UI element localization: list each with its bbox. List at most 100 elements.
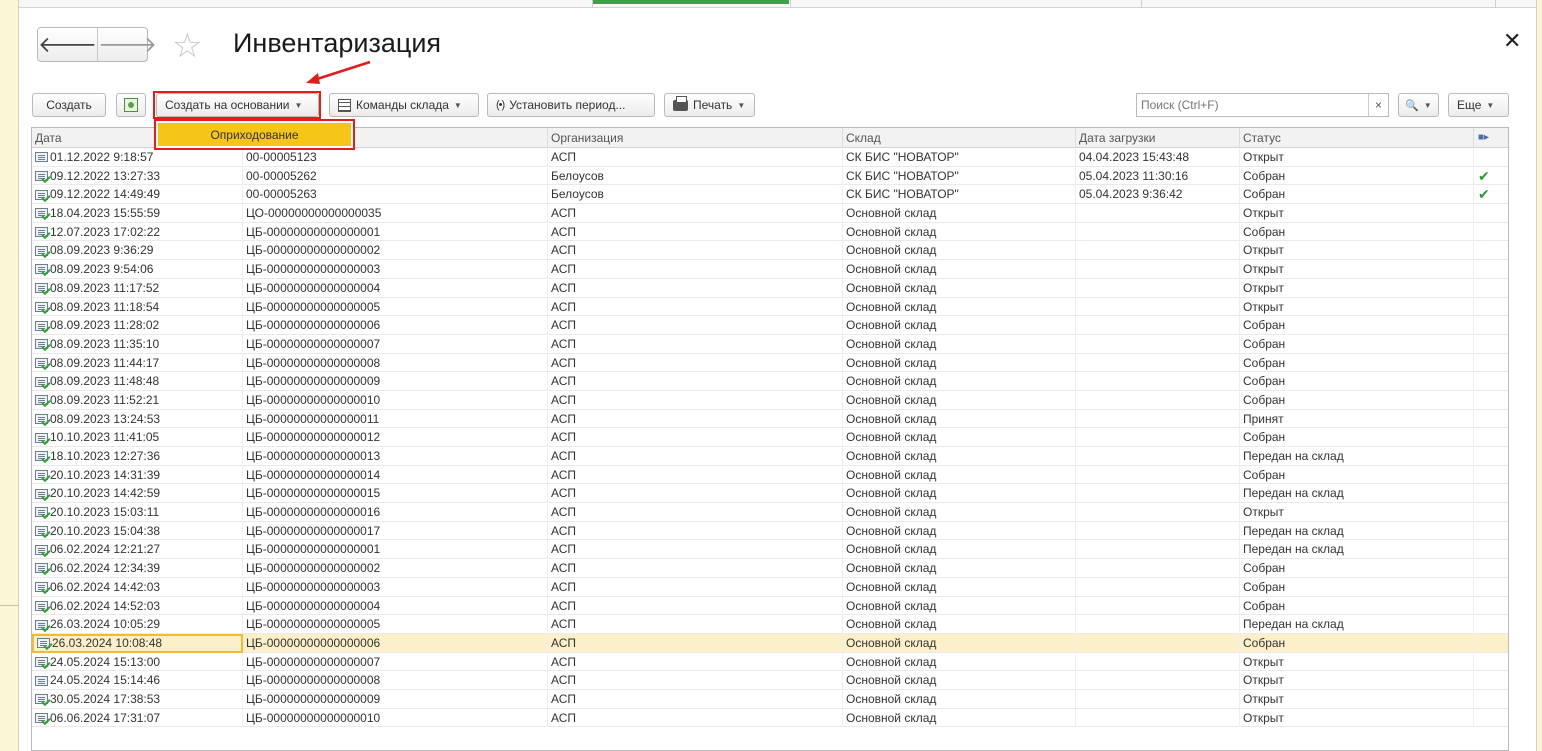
cell-warehouse: Основной склад	[843, 447, 1076, 466]
table-row[interactable]: 20.10.2023 15:04:38 ЦБ-00000000000000017 А…	[32, 521, 1508, 541]
posted-document-icon	[35, 320, 48, 331]
table-row[interactable]: 20.10.2023 14:31:39 ЦБ-00000000000000014 А…	[32, 465, 1508, 485]
table-row[interactable]: 09.12.2022 13:27:33 00-00005262 Белоусов СК…	[32, 166, 1508, 186]
posted-document-icon	[35, 376, 48, 387]
cell-number: ЦБ-00000000000000010	[243, 390, 548, 410]
cell-number: ЦБ-00000000000000017	[243, 521, 548, 541]
table-row[interactable]: 10.10.2023 11:41:05 ЦБ-00000000000000012 А…	[32, 428, 1508, 447]
cell-status: Собран	[1240, 577, 1474, 597]
table-row[interactable]: 09.12.2022 14:49:49 00-00005263 Белоусов СК…	[32, 185, 1508, 205]
loaded-check-icon: ✔	[1478, 167, 1490, 184]
cell-number: 00-00005263	[243, 185, 548, 205]
table-row[interactable]: 26.03.2024 10:08:48 ЦБ-00000000000000006 А…	[32, 633, 1508, 653]
column-header-organization[interactable]: Организация	[548, 128, 843, 148]
posted-document-icon	[35, 395, 48, 406]
table-row[interactable]: 06.02.2024 12:21:27 ЦБ-00000000000000001 А…	[32, 540, 1508, 560]
top-tab-bar[interactable]	[19, 0, 1536, 8]
cell-status: Открыт	[1240, 204, 1474, 223]
table-row[interactable]: 06.02.2024 12:34:39 ЦБ-00000000000000002 А…	[32, 559, 1508, 578]
cell-status: Собран	[1240, 334, 1474, 354]
set-period-button[interactable]: (•) Установить период...	[487, 93, 655, 117]
table-row[interactable]: 24.05.2024 15:13:00 ЦБ-00000000000000007 А…	[32, 652, 1508, 672]
table-row[interactable]: 08.09.2023 9:54:06 ЦБ-00000000000000003 АС…	[32, 260, 1508, 279]
cell-number: ЦБ-00000000000000014	[243, 465, 548, 485]
table-row[interactable]: 18.10.2023 12:27:36 ЦБ-00000000000000013 А…	[32, 447, 1508, 466]
cell-load-date	[1076, 428, 1240, 447]
column-header-status[interactable]: Статус	[1240, 128, 1474, 148]
table-row[interactable]: 06.02.2024 14:52:03 ЦБ-00000000000000004 А…	[32, 596, 1508, 616]
create-button[interactable]: Создать	[32, 93, 106, 117]
table-row[interactable]: 18.04.2023 15:55:59 ЦО-00000000000000035 А…	[32, 204, 1508, 223]
search-input[interactable]	[1137, 95, 1368, 115]
cell-status: Собран	[1240, 596, 1474, 616]
posted-document-icon	[35, 171, 48, 182]
cell-organization: АСП	[548, 148, 843, 167]
cell-status: Передан на склад	[1240, 484, 1474, 504]
table-row[interactable]: 20.10.2023 15:03:11 ЦБ-00000000000000016 А…	[32, 503, 1508, 522]
posted-document-icon	[35, 245, 48, 256]
column-header-load-date[interactable]: Дата загрузки	[1076, 128, 1240, 148]
document-icon	[35, 675, 48, 686]
right-panel-strip	[1536, 0, 1542, 751]
table-row[interactable]: 08.09.2023 9:36:29 ЦБ-00000000000000002 АС…	[32, 241, 1508, 261]
cell-number: ЦБ-00000000000000011	[243, 409, 548, 429]
search-button[interactable]: 🔍 ▼	[1398, 93, 1439, 117]
cell-date: 08.09.2023 11:17:52	[32, 278, 243, 298]
table-row[interactable]: 08.09.2023 13:24:53 ЦБ-00000000000000011 А…	[32, 409, 1508, 429]
cell-number: ЦБ-00000000000000010	[243, 708, 548, 728]
cell-date: 18.04.2023 15:55:59	[32, 204, 243, 223]
table-row[interactable]: 30.05.2024 17:38:53 ЦБ-00000000000000009 А…	[32, 689, 1508, 709]
menu-item-oprikhodovanie[interactable]: Оприходование	[158, 123, 351, 146]
print-button[interactable]: Печать ▼	[664, 93, 755, 117]
table-row[interactable]: 06.06.2024 17:31:07 ЦБ-00000000000000010 А…	[32, 708, 1508, 728]
posted-document-icon	[35, 189, 48, 200]
column-header-warehouse[interactable]: Склад	[843, 128, 1076, 148]
table-row[interactable]: 08.09.2023 11:48:48 ЦБ-00000000000000009 А…	[32, 372, 1508, 391]
cell-organization: АСП	[548, 222, 843, 242]
warehouse-commands-button[interactable]: Команды склада ▼	[329, 93, 479, 117]
table-row[interactable]: 06.02.2024 14:42:03 ЦБ-00000000000000003 А…	[32, 577, 1508, 597]
table-row[interactable]: 01.12.2022 9:18:57 00-00005123 АСП СК БИС "…	[32, 148, 1508, 167]
close-icon[interactable]: ✕	[1503, 28, 1521, 54]
cell-status: Собран	[1240, 222, 1474, 242]
posted-document-icon	[35, 600, 48, 611]
forward-button[interactable]: 🡒	[97, 28, 157, 61]
copy-button[interactable]	[116, 93, 146, 117]
favorite-star-icon[interactable]: ☆	[172, 27, 202, 65]
table-row[interactable]: 12.07.2023 17:02:22 ЦБ-00000000000000001 А…	[32, 222, 1508, 242]
table-row[interactable]: 08.09.2023 11:44:17 ЦБ-00000000000000008 А…	[32, 353, 1508, 373]
cell-date: 08.09.2023 11:18:54	[32, 297, 243, 317]
search-field[interactable]: ×	[1136, 93, 1389, 117]
cell-organization: АСП	[548, 484, 843, 504]
cell-number: ЦБ-00000000000000008	[243, 353, 548, 373]
cell-warehouse: Основной склад	[843, 484, 1076, 504]
posted-document-icon	[35, 712, 48, 723]
column-settings[interactable]: ■▸	[1474, 128, 1508, 148]
posted-document-icon	[35, 563, 48, 574]
table-row[interactable]: 26.03.2024 10:05:29 ЦБ-00000000000000005 А…	[32, 615, 1508, 634]
cell-number: ЦБ-00000000000000004	[243, 596, 548, 616]
cell-number: ЦБ-00000000000000009	[243, 372, 548, 391]
cell-date-text: 06.06.2024 17:31:07	[50, 710, 161, 725]
cell-load-date: 04.04.2023 15:43:48	[1076, 148, 1240, 167]
more-button[interactable]: Еще ▼	[1448, 93, 1509, 117]
table-row[interactable]: 20.10.2023 14:42:59 ЦБ-00000000000000015 А…	[32, 484, 1508, 504]
clear-search-icon[interactable]: ×	[1368, 94, 1388, 116]
table-row[interactable]: 08.09.2023 11:52:21 ЦБ-00000000000000010 А…	[32, 390, 1508, 410]
cell-number: ЦБ-00000000000000009	[243, 689, 548, 709]
cell-date-text: 20.10.2023 15:03:11	[50, 505, 160, 520]
table-row[interactable]: 08.09.2023 11:35:10 ЦБ-00000000000000007 А…	[32, 334, 1508, 354]
cell-date: 26.03.2024 10:08:48	[32, 633, 243, 653]
table-row[interactable]: 08.09.2023 11:17:52 ЦБ-00000000000000004 А…	[32, 278, 1508, 298]
posted-document-icon	[35, 208, 48, 219]
table-row[interactable]: 24.05.2024 15:14:46 ЦБ-00000000000000008 А…	[32, 671, 1508, 690]
cell-date-text: 12.07.2023 17:02:22	[50, 224, 161, 239]
cell-load-date	[1076, 409, 1240, 429]
cell-status: Собран	[1240, 353, 1474, 373]
cell-number: ЦБ-00000000000000002	[243, 241, 548, 261]
posted-document-icon	[35, 694, 48, 705]
cell-organization: АСП	[548, 260, 843, 279]
table-row[interactable]: 08.09.2023 11:28:02 ЦБ-00000000000000006 А…	[32, 316, 1508, 335]
back-button[interactable]: 🡐	[38, 28, 97, 61]
table-row[interactable]: 08.09.2023 11:18:54 ЦБ-00000000000000005 А…	[32, 297, 1508, 317]
